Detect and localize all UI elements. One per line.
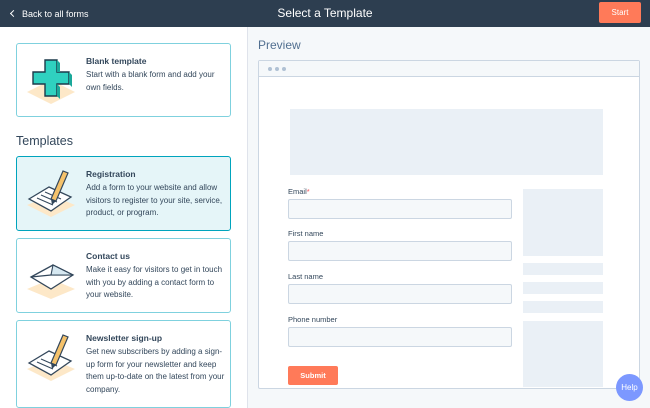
top-bar: Back to all forms Select a Template Star… [0,0,650,27]
envelope-icon [27,264,75,299]
preview-browser-frame: Email* First name Last name Phone number… [258,60,640,389]
template-list-panel: Blank template Start with a blank form a… [0,27,248,408]
sidebar-placeholder [523,301,603,313]
help-button[interactable]: Help [616,374,643,401]
registration-icon [27,170,75,217]
sidebar-placeholder [523,263,603,275]
template-card-registration[interactable]: Registration Add a form to your website … [16,156,231,231]
template-title: Newsletter sign-up [86,333,163,343]
header-placeholder [290,109,603,175]
templates-heading: Templates [16,134,73,148]
template-description: Make it easy for visitors to get in touc… [86,265,223,299]
template-description: Add a form to your website and allow vis… [86,183,223,217]
newsletter-icon [27,334,75,381]
email-field [288,199,512,219]
plus-icon [27,59,75,104]
required-marker: * [306,187,310,196]
last-name-field [288,284,512,304]
first-name-field [288,241,512,261]
window-dot-icon [275,67,279,71]
sidebar-placeholder [523,189,603,256]
template-title: Registration [86,169,136,179]
template-description: Get new subscribers by adding a sign-up … [86,347,225,394]
template-card-newsletter-sign-up[interactable]: Newsletter sign-up Get new subscribers b… [16,320,231,408]
blank-template-card[interactable]: Blank template Start with a blank form a… [16,43,231,117]
browser-toolbar [259,61,639,77]
blank-template-description: Start with a blank form and add your own… [86,70,215,92]
phone-number-field [288,327,512,347]
sidebar-placeholder [523,321,603,387]
field-label-email: Email* [288,187,310,196]
window-dot-icon [282,67,286,71]
field-label-first-name: First name [288,229,324,238]
field-label-phone-number: Phone number [288,315,338,324]
template-title: Contact us [86,251,130,261]
template-card-contact-us[interactable]: Contact us Make it easy for visitors to … [16,238,231,313]
submit-button: Submit [288,366,338,385]
start-button[interactable]: Start [599,2,641,23]
preview-heading: Preview [258,38,301,52]
page-title: Select a Template [277,6,373,20]
field-label-last-name: Last name [288,272,324,281]
window-dot-icon [268,67,272,71]
blank-template-title: Blank template [86,56,147,66]
sidebar-placeholder [523,282,603,294]
